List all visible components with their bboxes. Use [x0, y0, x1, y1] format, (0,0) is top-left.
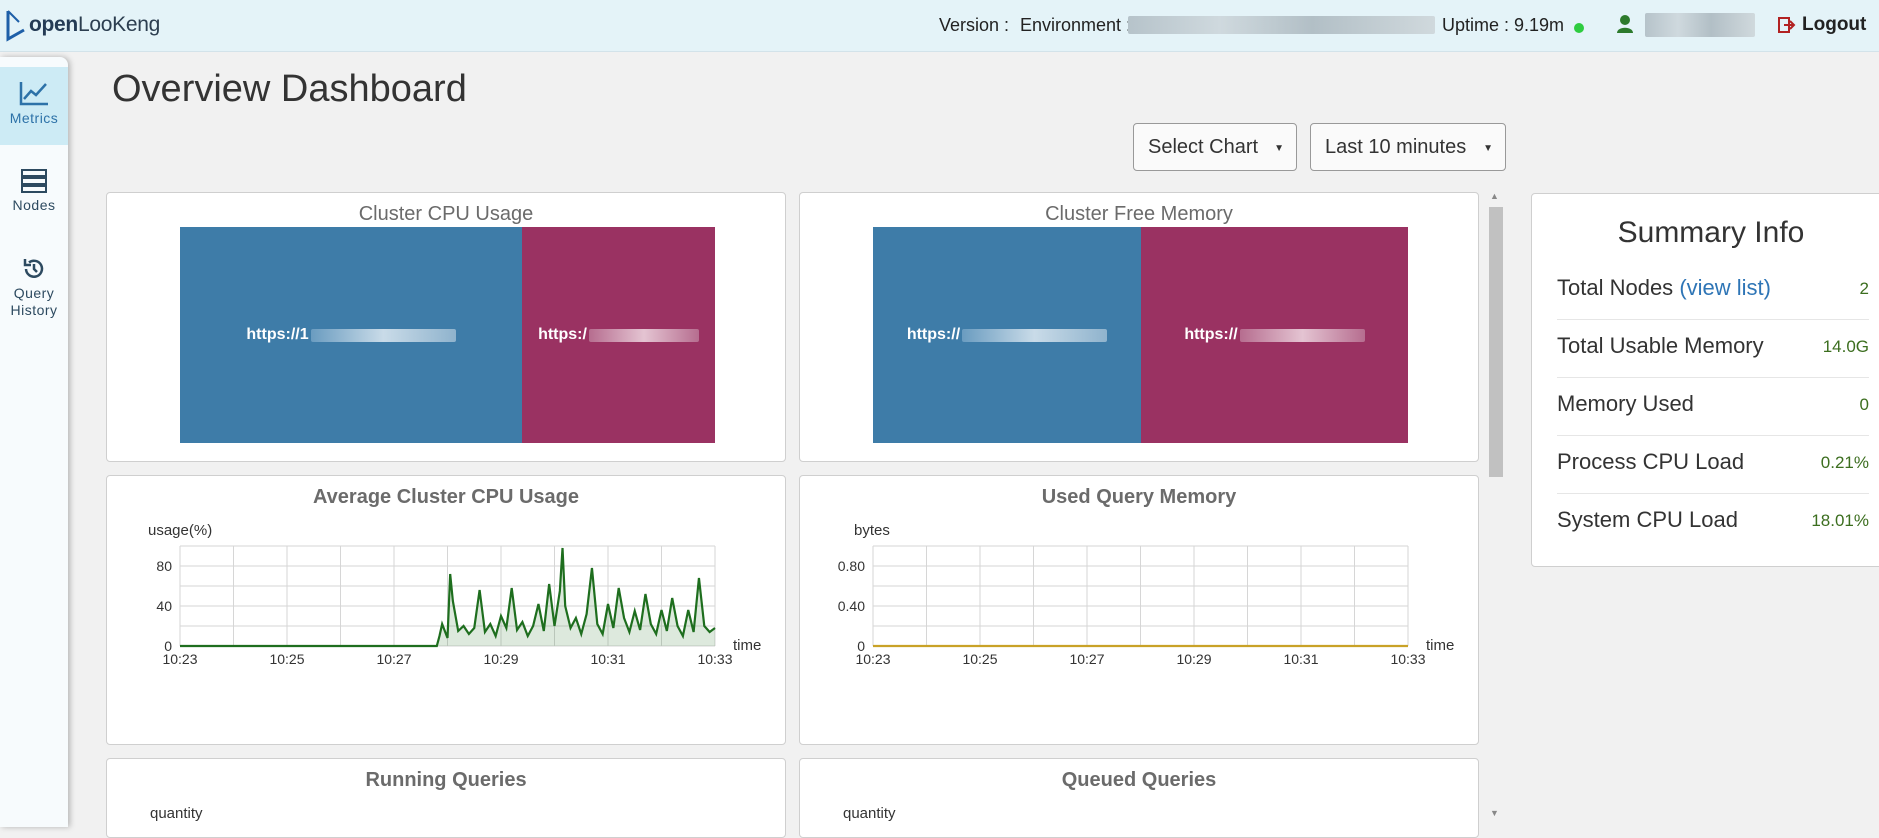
sidebar-item-label: Metrics — [9, 110, 59, 126]
logout-button[interactable]: Logout — [1778, 14, 1866, 36]
panel-title: Average Cluster CPU Usage — [312, 486, 580, 508]
treemap-node-label: https:/ — [538, 326, 587, 343]
cluster-cpu-usage-panel: Cluster CPU Usage https://1 https:/ — [106, 192, 786, 462]
panel-title: Running Queries — [365, 769, 527, 791]
logo-mark-icon — [6, 10, 25, 42]
sidebar: Metrics Nodes Query History — [0, 57, 68, 827]
sidebar-item-label: Nodes — [12, 197, 56, 213]
user-icon — [1617, 15, 1633, 33]
sidebar-item-metrics[interactable]: Metrics — [0, 67, 68, 145]
x-tick-label: 10:23 — [855, 651, 890, 667]
summary-value: 0.21% — [1820, 453, 1869, 472]
scrollbar-thumb[interactable] — [1489, 207, 1503, 477]
panel-title: Cluster Free Memory — [1045, 203, 1233, 225]
avg-cluster-cpu-panel: Average Cluster CPU Usage usage(%) 0 40 80… — [106, 475, 786, 745]
summary-value: 2 — [1859, 279, 1869, 298]
select-chart-dropdown[interactable]: Select Chart ▼ — [1133, 123, 1297, 171]
sidebar-item-nodes[interactable]: Nodes — [0, 164, 68, 236]
y-tick-label: 0.80 — [838, 558, 865, 574]
page-title: Overview Dashboard — [112, 68, 467, 110]
treemap-node-label: https:// — [906, 326, 961, 343]
sidebar-item-query-history[interactable]: Query History — [0, 252, 68, 342]
chart-line-icon — [19, 82, 48, 106]
environment-value-redacted — [1128, 16, 1435, 34]
summary-row-total-usable-memory: Total Usable Memory 14.0G — [1557, 319, 1869, 378]
scroll-down-icon[interactable]: ▼ — [1490, 808, 1499, 818]
server-stack-icon — [21, 169, 47, 193]
summary-label: Total Nodes (view list) — [1557, 275, 1771, 300]
status-indicator-icon — [1574, 23, 1584, 33]
x-tick-label: 10:27 — [376, 651, 411, 667]
x-axis-label: time — [1426, 637, 1454, 654]
top-bar: openLooKeng Version : Environment : Upti… — [0, 0, 1879, 52]
treemap-node-block[interactable]: https:/ — [522, 227, 715, 443]
y-tick-label: 40 — [156, 598, 172, 614]
summary-label: System CPU Load — [1557, 507, 1738, 532]
logout-icon — [1778, 17, 1796, 33]
x-tick-label: 10:27 — [1069, 651, 1104, 667]
uptime-label: Uptime : 9.19m — [1442, 15, 1565, 35]
x-tick-label: 10:33 — [1390, 651, 1425, 667]
treemap-node-block[interactable]: https://1 — [180, 227, 522, 443]
logo-text: openLooKeng — [29, 13, 160, 36]
summary-label: Total Usable Memory — [1557, 333, 1764, 358]
summary-info-panel: Summary Info Total Nodes (view list) 2 T… — [1531, 193, 1879, 567]
redacted-text — [962, 328, 1108, 342]
x-tick-label: 10:31 — [590, 651, 625, 667]
select-chart-value: Select Chart — [1148, 136, 1259, 158]
y-tick-label: 80 — [156, 558, 172, 574]
summary-label: Process CPU Load — [1557, 449, 1745, 474]
panel-title: Queued Queries — [1061, 769, 1217, 791]
caret-down-icon: ▼ — [1274, 143, 1284, 154]
y-tick-label: 0.40 — [838, 598, 865, 614]
logout-label: Logout — [1802, 14, 1867, 35]
caret-down-icon: ▼ — [1483, 143, 1493, 154]
summary-value: 0 — [1859, 395, 1869, 414]
x-tick-label: 10:29 — [1176, 651, 1211, 667]
summary-title: Summary Info — [1617, 216, 1805, 249]
redacted-text — [588, 328, 699, 342]
treemap-node-label: https:// — [1184, 326, 1238, 343]
redacted-text — [1239, 328, 1365, 342]
history-icon — [23, 259, 44, 278]
redacted-text — [310, 328, 456, 342]
summary-row-system-cpu-load: System CPU Load 18.01% — [1557, 493, 1869, 551]
x-axis-label: time — [733, 637, 761, 654]
version-label: Version : — [939, 15, 1010, 35]
view-list-link[interactable]: (view list) — [1679, 275, 1771, 300]
logo[interactable]: openLooKeng — [5, 8, 160, 42]
x-tick-label: 10:23 — [162, 651, 197, 667]
summary-row-total-nodes: Total Nodes (view list) 2 — [1557, 261, 1869, 320]
treemap-node-label: https://1 — [246, 326, 309, 343]
x-tick-label: 10:33 — [697, 651, 732, 667]
summary-value: 14.0G — [1822, 337, 1869, 356]
queued-queries-panel: Queued Queries quantity — [799, 758, 1479, 838]
treemap-node-block[interactable]: https:// — [873, 227, 1141, 443]
memory-usage-chart: 00.400.8010:23 10:25 10:27 10:29 10:31 10:33t… — [838, 545, 1454, 667]
username-redacted — [1645, 13, 1755, 37]
x-tick-label: 10:25 — [962, 651, 997, 667]
time-range-value: Last 10 minutes — [1325, 136, 1467, 158]
summary-row-memory-used: Memory Used 0 — [1557, 377, 1869, 436]
sidebar-item-label-line2: History — [10, 302, 58, 318]
y-axis-unit: quantity — [843, 805, 896, 822]
x-tick-label: 10:29 — [483, 651, 518, 667]
x-tick-label: 10:25 — [269, 651, 304, 667]
environment-label: Environment : — [1020, 15, 1132, 35]
cluster-free-memory-panel: Cluster Free Memory https:// https:// — [799, 192, 1479, 462]
scroll-up-icon[interactable]: ▲ — [1490, 191, 1499, 201]
y-axis-unit: quantity — [150, 805, 203, 822]
used-query-memory-panel: Used Query Memory bytes 0 0.40 0.80 10:23 10… — [799, 475, 1479, 745]
time-range-dropdown[interactable]: Last 10 minutes ▼ — [1310, 123, 1506, 171]
panel-title: Cluster CPU Usage — [358, 203, 534, 225]
summary-value: 18.01% — [1811, 511, 1869, 530]
summary-label: Memory Used — [1557, 391, 1694, 416]
running-queries-panel: Running Queries quantity — [106, 758, 786, 838]
cpu-usage-chart: 0408010:23 10:25 10:27 10:29 10:31 10:33time — [156, 545, 761, 667]
treemap-node-block[interactable]: https:// — [1141, 227, 1408, 443]
x-tick-label: 10:31 — [1283, 651, 1318, 667]
panel-title: Used Query Memory — [1041, 486, 1237, 508]
summary-row-process-cpu-load: Process CPU Load 0.21% — [1557, 435, 1869, 494]
sidebar-item-label: Query — [13, 285, 55, 301]
